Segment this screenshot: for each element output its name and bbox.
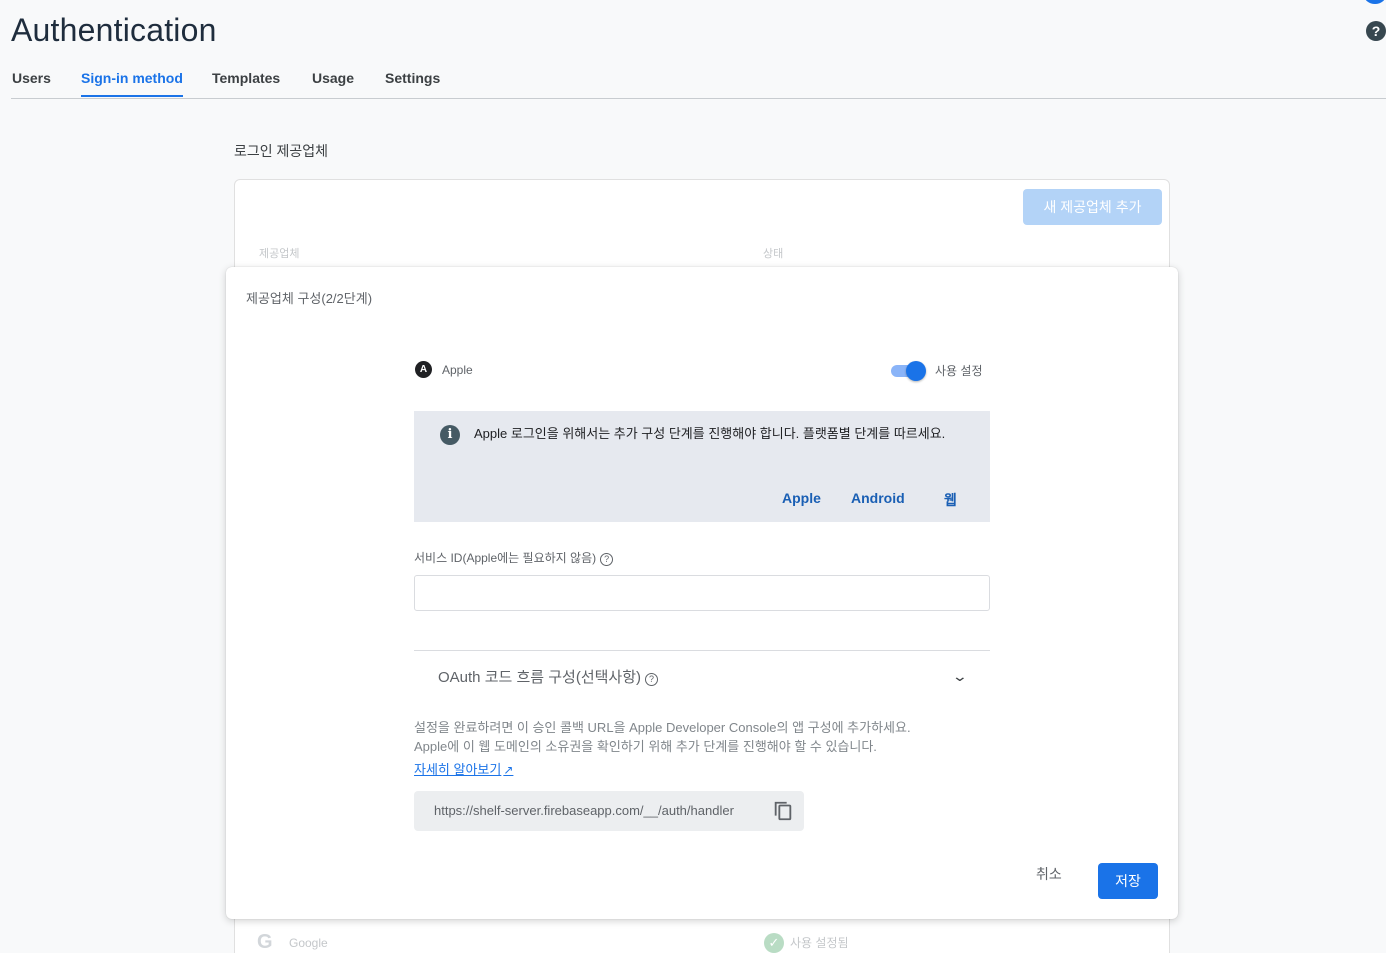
chevron-down-icon[interactable]: ⌄ [952,668,968,685]
tab-usage[interactable]: Usage [312,70,354,96]
provider-name: Apple [442,363,473,377]
description-line: 설정을 완료하려면 이 승인 콜백 URL을 Apple Developer C… [414,720,911,735]
provider-row-status: 사용 설정됨 [790,936,849,950]
oauth-expander[interactable]: OAuth 코드 흐름 구성(선택사항)? [438,666,659,687]
copy-icon[interactable] [772,800,794,822]
info-icon: i [440,425,460,445]
tab-bar: Users Sign-in method Templates Usage Set… [11,67,1386,99]
account-avatar[interactable] [1364,0,1386,4]
toggle-knob [906,361,926,381]
platform-link-apple[interactable]: Apple [782,490,821,506]
google-icon: G [257,931,273,953]
check-circle-icon: ✓ [764,933,784,953]
callback-description: 설정을 완료하려면 이 승인 콜백 URL을 Apple Developer C… [414,718,994,756]
description-line: Apple에 이 웹 도메인의 소유권을 확인하기 위해 추가 단계를 진행해야… [414,739,877,754]
oauth-label: OAuth 코드 흐름 구성(선택사항) [438,669,642,686]
info-text: Apple 로그인을 위해서는 추가 구성 단계를 진행해야 합니다. 플랫폼별… [474,426,946,441]
cancel-button[interactable]: 취소 [1036,864,1062,884]
provider-row-name: Google [289,936,328,950]
callback-url: https://shelf-server.firebaseapp.com/__/… [434,803,734,818]
column-header-status: 상태 [763,248,784,260]
dialog-title: 제공업체 구성(2/2단계) [246,291,373,306]
section-title: 로그인 제공업체 [234,143,329,159]
provider-config-dialog: 제공업체 구성(2/2단계) A Apple 사용 설정 i Apple 로그인… [226,267,1178,919]
help-icon[interactable]: ? [1366,21,1386,41]
page-title: Authentication [11,12,217,48]
platform-link-android[interactable]: Android [851,490,905,506]
apple-icon: A [415,361,432,378]
save-button[interactable]: 저장 [1098,863,1158,899]
learn-more-label: 자세히 알아보기 [414,762,502,777]
divider [414,650,990,651]
callback-url-field: https://shelf-server.firebaseapp.com/__/… [414,791,804,831]
tab-templates[interactable]: Templates [212,70,280,96]
question-icon[interactable]: ? [645,673,659,686]
platform-link-web[interactable]: 웹 [944,490,957,510]
service-id-input[interactable] [414,575,990,611]
learn-more-link[interactable]: 자세히 알아보기 ↗ [414,759,513,778]
question-icon[interactable]: ? [600,553,614,566]
external-link-icon: ↗ [503,763,514,777]
tab-settings[interactable]: Settings [385,70,440,96]
enable-toggle-label: 사용 설정 [935,364,983,378]
enable-toggle[interactable] [891,361,927,381]
tab-users[interactable]: Users [12,70,51,96]
service-id-label: 서비스 ID(Apple에는 필요하지 않음)? [414,549,614,566]
service-id-label-text: 서비스 ID(Apple에는 필요하지 않음) [414,551,597,565]
info-banner: i Apple 로그인을 위해서는 추가 구성 단계를 진행해야 합니다. 플랫… [414,411,990,522]
tab-sign-in-method[interactable]: Sign-in method [81,70,183,97]
column-header-provider: 제공업체 [259,248,300,260]
add-provider-button[interactable]: 새 제공업체 추가 [1023,189,1162,225]
